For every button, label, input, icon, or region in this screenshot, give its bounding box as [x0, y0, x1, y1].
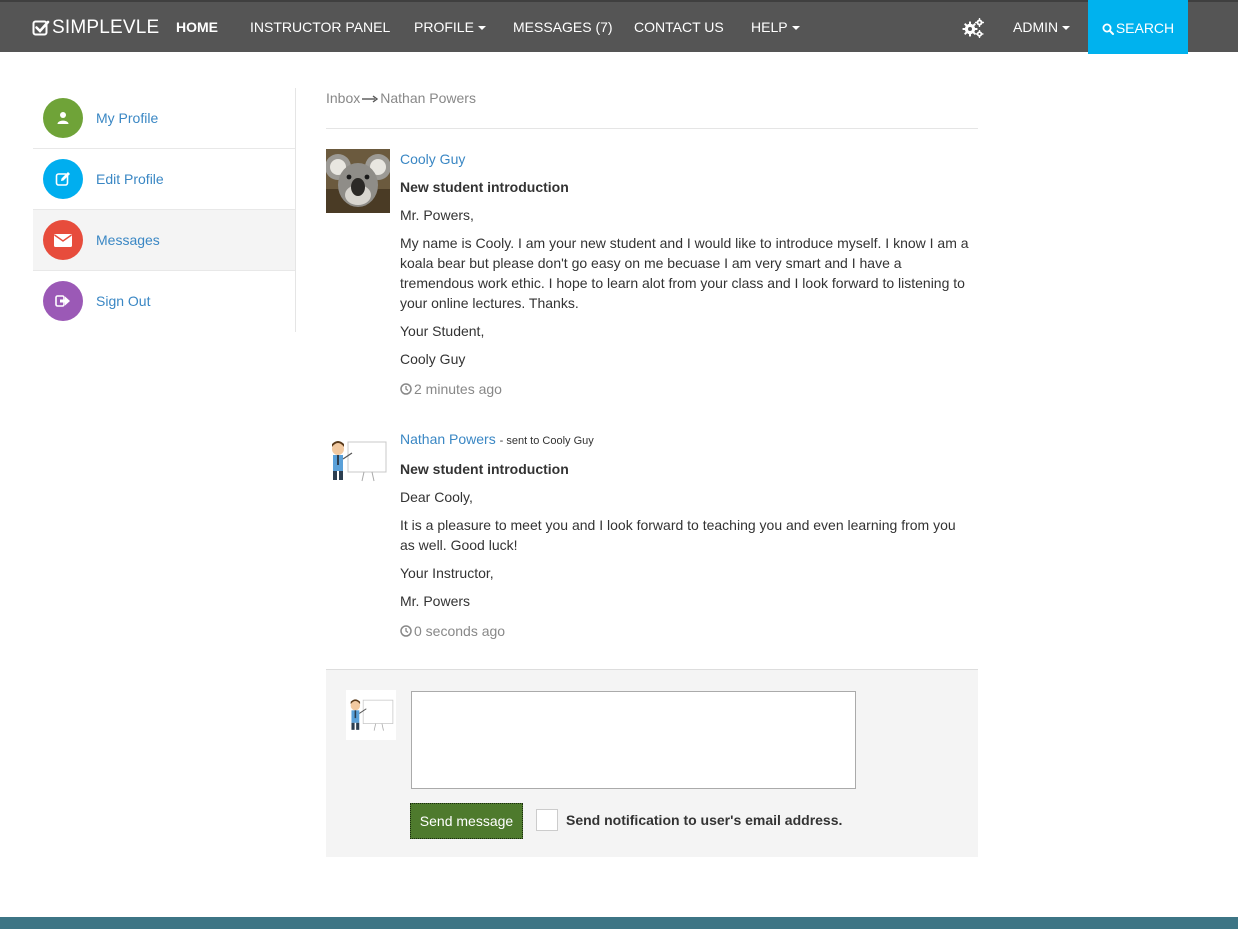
- settings-gears-icon[interactable]: [961, 17, 985, 39]
- search-icon: [1102, 23, 1114, 35]
- message-time: 0 seconds ago: [400, 621, 970, 641]
- user-icon: [43, 98, 83, 138]
- search-button[interactable]: SEARCH: [1088, 0, 1188, 54]
- message-signature: Cooly Guy: [400, 351, 466, 367]
- sidebar-item-edit-profile[interactable]: Edit Profile: [33, 149, 295, 210]
- send-message-button[interactable]: Send message: [410, 803, 523, 839]
- sidebar-item-label: Sign Out: [96, 293, 151, 309]
- clock-icon: [400, 625, 412, 637]
- caret-down-icon: [791, 26, 800, 31]
- sent-to-label: - sent to Cooly Guy: [499, 435, 594, 447]
- profile-sidebar: My Profile Edit Profile Messages Sign Ou…: [33, 88, 296, 332]
- message-time: 2 minutes ago: [400, 379, 970, 399]
- arrow-right-icon: [362, 90, 379, 106]
- message-greeting: Mr. Powers,: [400, 207, 474, 223]
- sender-name[interactable]: Nathan Powers: [400, 431, 496, 447]
- envelope-icon: [43, 220, 83, 260]
- reply-panel: Send message Send notification to user's…: [326, 669, 978, 857]
- instructor-avatar[interactable]: [326, 429, 390, 493]
- check-square-icon: [32, 20, 50, 36]
- breadcrumb-divider: [326, 128, 978, 129]
- sidebar-item-label: Edit Profile: [96, 171, 164, 187]
- nav-profile-dropdown[interactable]: PROFILE: [414, 2, 486, 52]
- message-subject: New student introduction: [400, 179, 569, 195]
- sign-out-icon: [43, 281, 83, 321]
- message-greeting: Dear Cooly,: [400, 489, 473, 505]
- clock-icon: [400, 383, 412, 395]
- caret-down-icon: [1062, 26, 1071, 31]
- brand-name: SIMPLEVLE: [52, 17, 160, 38]
- sidebar-item-label: Messages: [96, 232, 160, 248]
- breadcrumb-inbox[interactable]: Inbox: [326, 90, 360, 106]
- brand-logo[interactable]: SIMPLEVLE: [32, 15, 159, 41]
- nav-profile-label: PROFILE: [414, 19, 474, 35]
- reply-avatar: [346, 690, 396, 740]
- message-time-text: 0 seconds ago: [414, 623, 506, 639]
- breadcrumb-current: Nathan Powers: [380, 90, 476, 106]
- nav-help-dropdown[interactable]: HELP: [751, 2, 800, 52]
- sidebar-item-label: My Profile: [96, 110, 159, 126]
- sender-name[interactable]: Cooly Guy: [400, 149, 970, 169]
- nav-help-label: HELP: [751, 19, 788, 35]
- reply-textarea[interactable]: [411, 691, 856, 789]
- message-body: It is a pleasure to meet you and I look …: [400, 517, 956, 553]
- top-navbar: SIMPLEVLE HOME INSTRUCTOR PANEL PROFILE …: [0, 0, 1238, 54]
- sidebar-item-sign-out[interactable]: Sign Out: [33, 271, 295, 332]
- footer-bar: [0, 917, 1238, 929]
- nav-admin-label: ADMIN: [1013, 19, 1059, 35]
- breadcrumb: Inbox Nathan Powers: [326, 90, 476, 106]
- search-label: SEARCH: [1115, 20, 1175, 36]
- message-subject: New student introduction: [400, 461, 569, 477]
- koala-avatar[interactable]: [326, 149, 390, 213]
- nav-admin-dropdown[interactable]: ADMIN: [1013, 2, 1071, 52]
- nav-home[interactable]: HOME: [176, 2, 218, 52]
- edit-icon: [43, 159, 83, 199]
- notify-email-checkbox[interactable]: [536, 809, 558, 831]
- sidebar-item-my-profile[interactable]: My Profile: [33, 88, 295, 149]
- nav-instructor-panel[interactable]: INSTRUCTOR PANEL: [250, 2, 390, 52]
- nav-contact-us[interactable]: CONTACT US: [634, 2, 724, 52]
- nav-messages[interactable]: MESSAGES (7): [513, 2, 613, 52]
- message-time-text: 2 minutes ago: [414, 381, 502, 397]
- message-signature: Mr. Powers: [400, 593, 471, 609]
- message-header: Nathan Powers - sent to Cooly Guy: [400, 429, 970, 451]
- message-body: My name is Cooly. I am your new student …: [400, 235, 969, 311]
- sidebar-item-messages[interactable]: Messages: [33, 210, 295, 271]
- message-closing: Your Student,: [400, 323, 485, 339]
- message-closing: Your Instructor,: [400, 565, 494, 581]
- caret-down-icon: [477, 26, 486, 31]
- notify-email-label: Send notification to user's email addres…: [566, 812, 843, 828]
